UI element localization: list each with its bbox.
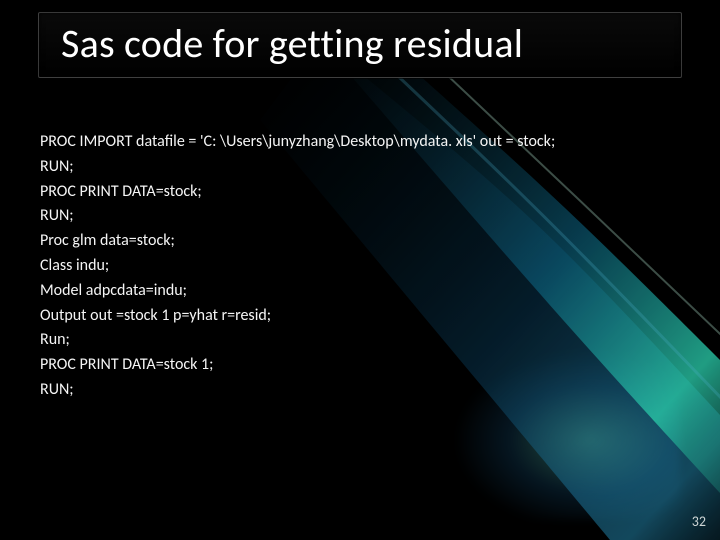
code-line: PROC IMPORT datafile = 'C: \Users\junyzh…: [40, 130, 680, 155]
code-line: Model adpcdata=indu;: [40, 279, 680, 304]
code-line: Proc glm data=stock;: [40, 229, 680, 254]
code-line: PROC PRINT DATA=stock 1;: [40, 353, 680, 378]
title-container: Sas code for getting residual: [0, 0, 720, 78]
slide-body: PROC IMPORT datafile = 'C: \Users\junyzh…: [0, 78, 720, 403]
slide-title: Sas code for getting residual: [39, 13, 681, 77]
code-line: Output out =stock 1 p=yhat r=resid;: [40, 304, 680, 329]
code-line: PROC PRINT DATA=stock;: [40, 180, 680, 205]
title-bar: Sas code for getting residual: [38, 12, 682, 78]
code-line: RUN;: [40, 378, 680, 403]
code-line: RUN;: [40, 155, 680, 180]
code-line: Run;: [40, 328, 680, 353]
code-line: RUN;: [40, 204, 680, 229]
page-number: 32: [692, 513, 706, 530]
slide: Sas code for getting residual PROC IMPOR…: [0, 0, 720, 540]
code-line: Class indu;: [40, 254, 680, 279]
